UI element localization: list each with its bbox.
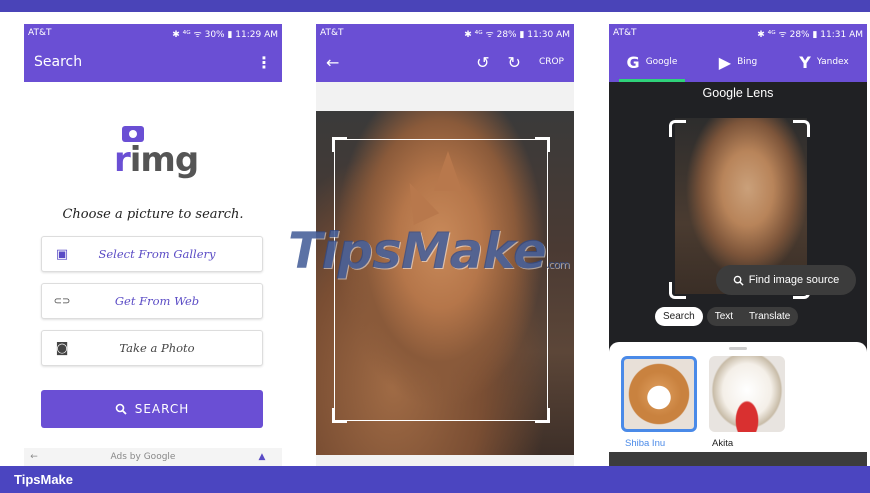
crop-toolbar: ← ↺ ↻ CROP [316, 42, 574, 82]
option-label: Take a Photo [119, 341, 195, 355]
carrier-label: AT&T [28, 28, 52, 38]
gallery-icon: ▣ [55, 246, 69, 262]
app-title: Search [34, 54, 83, 70]
status-bar: AT&T ✱ ⁴ᴳ ᯤ 28% ▮ 11:31 AM [609, 24, 867, 42]
take-a-photo-button[interactable]: ◙ Take a Photo [41, 330, 263, 366]
tipsmake-watermark: TipsMake.com [288, 222, 570, 280]
panel-search-app: AT&T ✱ ⁴ᴳ ᯤ 30% ▮ 11:29 AM Search ⋮ rimg… [24, 24, 282, 466]
tab-google[interactable]: G Google [609, 42, 695, 82]
status-bar: AT&T ✱ ⁴ᴳ ᯤ 30% ▮ 11:29 AM [24, 24, 282, 42]
lens-search-icon [733, 275, 744, 286]
option-label: Select From Gallery [98, 247, 216, 261]
crop-handle-bottom-left[interactable] [332, 408, 347, 423]
carrier-label: AT&T [613, 28, 637, 38]
ads-by-google-label: Ads by Google [110, 452, 176, 462]
results-sheet: Shiba Inu Akita [609, 342, 867, 466]
tab-text[interactable]: Text [707, 307, 741, 326]
footer-brand: TipsMake [0, 466, 870, 493]
tab-yandex[interactable]: Y Yandex [781, 42, 867, 82]
crop-handle-top-right[interactable] [535, 137, 550, 152]
carrier-label: AT&T [320, 28, 344, 38]
option-label: Get From Web [114, 294, 200, 308]
select-from-gallery-button[interactable]: ▣ Select From Gallery [41, 236, 263, 272]
status-indicators: ✱ ⁴ᴳ ᯤ 28% ▮ 11:31 AM [757, 29, 863, 40]
crop-handle-top-left[interactable] [332, 137, 347, 152]
yandex-icon: Y [799, 52, 811, 72]
panel-google-lens: AT&T ✱ ⁴ᴳ ᯤ 28% ▮ 11:31 AM G Google ▶ Bi… [609, 24, 867, 466]
search-engine-tabs: G Google ▶ Bing Y Yandex [609, 42, 867, 82]
crop-frame[interactable] [332, 137, 550, 423]
status-indicators: ✱ ⁴ᴳ ᯤ 28% ▮ 11:30 AM [464, 29, 570, 40]
google-lens-title: Google Lens [702, 86, 774, 100]
result-shiba-inu[interactable] [621, 356, 697, 432]
back-arrow-icon[interactable]: ← [24, 452, 44, 462]
lens-corner[interactable] [669, 282, 686, 299]
app-header: AT&T ✱ ⁴ᴳ ᯤ 30% ▮ 11:29 AM Search ⋮ [24, 24, 282, 82]
top-accent-bar [0, 0, 870, 12]
lens-corner[interactable] [793, 120, 810, 137]
rimg-logo: rimg [112, 126, 199, 186]
crop-header: AT&T ✱ ⁴ᴳ ᯤ 28% ▮ 11:30 AM ← ↺ ↻ CROP [316, 24, 574, 82]
expand-ad-icon[interactable]: ▲ [242, 452, 282, 462]
search-button[interactable]: SEARCH [41, 390, 263, 428]
search-button-label: SEARCH [134, 402, 190, 416]
tab-search[interactable]: Search [655, 307, 703, 326]
lens-bottom-bar [609, 452, 867, 466]
search-icon [115, 403, 127, 415]
google-icon: G [626, 52, 640, 72]
rotate-left-icon[interactable]: ↺ [476, 53, 489, 72]
choose-picture-prompt: Choose a picture to search. [62, 207, 244, 222]
back-arrow-icon[interactable]: ← [326, 53, 339, 72]
lens-mode-tabs: Search Text Translate [655, 307, 799, 326]
crop-button[interactable]: CROP [539, 57, 564, 67]
get-from-web-button[interactable]: ⊂⊃ Get From Web [41, 283, 263, 319]
tab-bing[interactable]: ▶ Bing [695, 42, 781, 82]
app-toolbar: Search ⋮ [24, 42, 282, 82]
result-akita[interactable] [709, 356, 785, 432]
find-image-source-button[interactable]: Find image source [716, 265, 856, 295]
rotate-right-icon[interactable]: ↻ [508, 53, 521, 72]
result-label[interactable]: Akita [712, 438, 733, 449]
ad-banner[interactable]: ← Ads by Google ▲ [24, 448, 282, 466]
dog-photo [316, 111, 574, 455]
more-options-icon[interactable]: ⋮ [256, 53, 272, 72]
tab-translate[interactable]: Translate [741, 307, 798, 326]
result-label[interactable]: Shiba Inu [625, 438, 665, 449]
crop-handle-bottom-right[interactable] [535, 408, 550, 423]
sheet-drag-handle[interactable] [729, 347, 747, 350]
bing-icon: ▶ [718, 52, 732, 72]
status-bar: AT&T ✱ ⁴ᴳ ᯤ 28% ▮ 11:30 AM [316, 24, 574, 42]
lens-corner[interactable] [669, 120, 686, 137]
camera-icon: ◙ [55, 340, 69, 356]
link-icon: ⊂⊃ [53, 295, 71, 307]
status-indicators: ✱ ⁴ᴳ ᯤ 30% ▮ 11:29 AM [172, 29, 278, 40]
